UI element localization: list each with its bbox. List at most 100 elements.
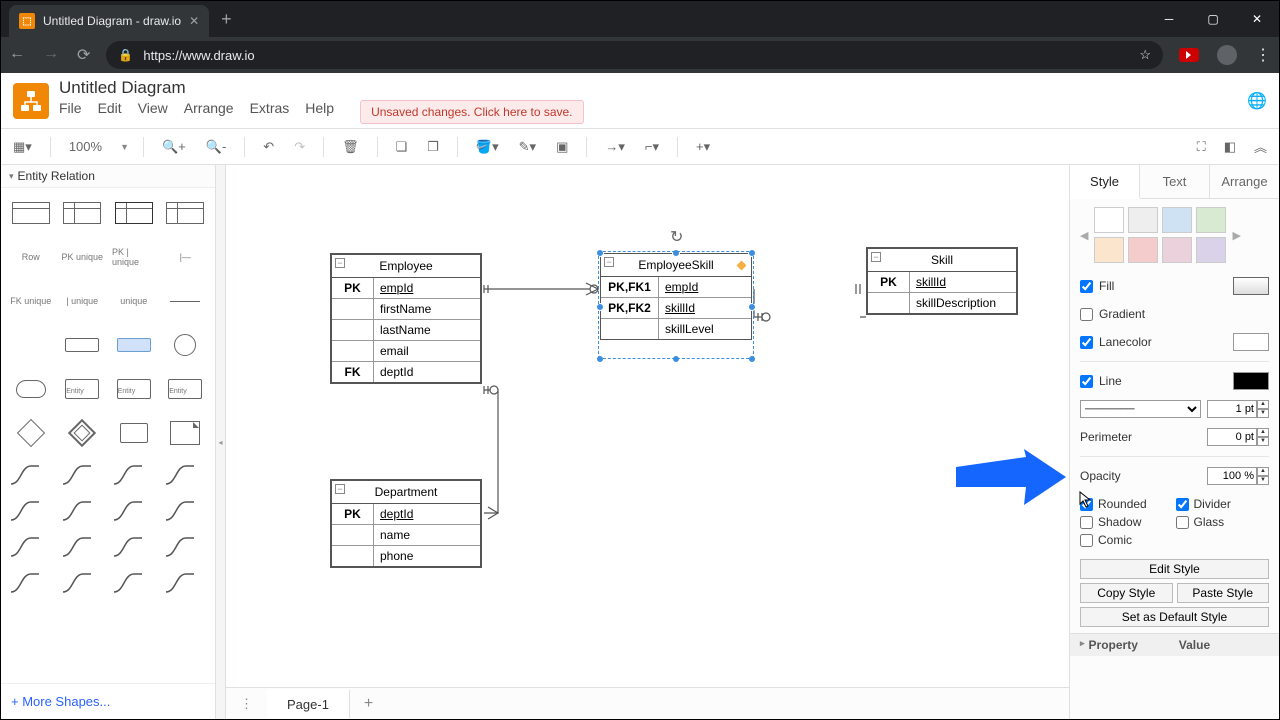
shape-connector-1[interactable] [61, 462, 95, 488]
lanecolor-checkbox[interactable]: Lanecolor [1080, 335, 1233, 349]
shape-row-pk2[interactable]: PK | unique [112, 240, 156, 274]
property-table-header[interactable]: PropertyValue [1070, 633, 1279, 656]
selection-handle[interactable] [596, 355, 604, 363]
copy-style-button[interactable]: Copy Style [1080, 583, 1173, 603]
comic-checkbox[interactable]: Comic [1080, 533, 1174, 547]
shape-connector-9[interactable] [61, 534, 95, 560]
entity-department[interactable]: −Department PKdeptId name phone [330, 479, 482, 568]
shape-connector-3[interactable] [164, 462, 198, 488]
zoom-in-icon[interactable]: 🔍+ [158, 137, 190, 157]
tab-style[interactable]: Style [1070, 165, 1140, 199]
line-width-input[interactable] [1207, 400, 1257, 418]
to-front-button[interactable]: ❏ [392, 137, 412, 157]
selection-handle[interactable] [748, 355, 756, 363]
zoom-level[interactable]: 100% [65, 137, 106, 156]
profile-avatar[interactable] [1217, 45, 1237, 65]
tab-arrange[interactable]: Arrange [1210, 165, 1279, 198]
view-dropdown[interactable]: ▦▾ [9, 137, 36, 157]
maximize-button[interactable]: ▢ [1191, 1, 1235, 37]
shape-connector-5[interactable] [61, 498, 95, 524]
shape-row-fk[interactable]: FK unique [9, 284, 53, 318]
browser-tab[interactable]: ⬚ Untitled Diagram - draw.io ✕ [9, 5, 209, 37]
swatch-7[interactable] [1196, 237, 1226, 263]
forward-button[interactable]: → [43, 45, 59, 65]
shape-connector-14[interactable] [112, 570, 146, 596]
format-panel-icon[interactable]: ◧ [1220, 135, 1240, 158]
swatch-0[interactable] [1094, 207, 1124, 233]
tab-text[interactable]: Text [1140, 165, 1210, 198]
swatch-2[interactable] [1162, 207, 1192, 233]
collapse-icon[interactable]: − [335, 258, 345, 268]
collapse-icon[interactable]: − [604, 257, 614, 267]
reload-button[interactable]: ⟳ [77, 45, 90, 65]
shape-row-sep2[interactable]: | unique [61, 284, 105, 318]
spin-down[interactable]: ▼ [1257, 437, 1269, 446]
connection-button[interactable]: →▾ [601, 137, 629, 157]
rotate-handle-icon[interactable]: ↻ [670, 227, 684, 241]
shape-connector-6[interactable] [112, 498, 146, 524]
palette-header[interactable]: Entity Relation [1, 165, 215, 188]
swatch-4[interactable] [1094, 237, 1124, 263]
app-logo[interactable] [13, 83, 49, 119]
shapes-scroll[interactable]: Row PK unique PK | unique |— FK unique |… [1, 188, 215, 683]
shape-row-label[interactable]: Row [9, 240, 53, 274]
fullscreen-icon[interactable]: ⛶ [1193, 135, 1210, 158]
shape-note[interactable] [164, 416, 208, 450]
chrome-menu-icon[interactable]: ⋮ [1255, 45, 1271, 65]
spin-down[interactable]: ▼ [1257, 409, 1269, 418]
shape-entity-2[interactable]: Entity [112, 372, 156, 406]
delete-button[interactable]: 🗑 [338, 137, 363, 157]
shape-connector-0[interactable] [9, 462, 43, 488]
pages-menu-icon[interactable]: ⋮ [226, 696, 267, 712]
selection-diamond-icon[interactable] [737, 261, 747, 271]
gradient-checkbox[interactable]: Gradient [1080, 307, 1269, 321]
shape-connector-11[interactable] [164, 534, 198, 560]
shape-entity-3[interactable]: Entity [164, 372, 208, 406]
shape-table-4[interactable] [164, 196, 208, 230]
shape-connector-8[interactable] [9, 534, 43, 560]
menu-help[interactable]: Help [305, 100, 334, 124]
star-icon[interactable]: ☆ [1139, 47, 1151, 63]
swatch-1[interactable] [1128, 207, 1158, 233]
shape-connector-13[interactable] [61, 570, 95, 596]
shadow-button[interactable]: ▣ [552, 137, 572, 157]
collapse-icon[interactable]: − [871, 252, 881, 262]
close-window-button[interactable]: ✕ [1235, 1, 1279, 37]
menu-file[interactable]: File [59, 100, 82, 124]
fill-checkbox[interactable]: Fill [1080, 279, 1233, 293]
canvas[interactable]: −Employee PKempId firstName lastName ema… [226, 165, 1069, 687]
selection-handle[interactable] [596, 249, 604, 257]
collapse-panel-icon[interactable]: ︽ [1250, 135, 1271, 158]
swatch-next-icon[interactable]: ▶ [1230, 229, 1242, 242]
shape-row-txt[interactable]: unique [112, 284, 156, 318]
shape-table-3[interactable] [112, 196, 156, 230]
selection-handle[interactable] [672, 249, 680, 257]
more-shapes-button[interactable]: + More Shapes... [1, 683, 215, 719]
swatch-6[interactable] [1162, 237, 1192, 263]
selection-handle[interactable] [748, 303, 756, 311]
shape-table-1[interactable] [9, 196, 53, 230]
selection-handle[interactable] [672, 355, 680, 363]
spin-up[interactable]: ▲ [1257, 467, 1269, 476]
shape-diamond-2[interactable] [61, 416, 105, 450]
zoom-out-icon[interactable]: 🔍- [202, 137, 231, 157]
shape-connector-4[interactable] [9, 498, 43, 524]
shape-connector-12[interactable] [9, 570, 43, 596]
shape-diamond[interactable] [9, 416, 53, 450]
spin-up[interactable]: ▲ [1257, 400, 1269, 409]
minimize-button[interactable]: ─ [1147, 1, 1191, 37]
shape-circle[interactable] [164, 328, 208, 362]
shape-entity-1[interactable]: Entity [61, 372, 105, 406]
glass-checkbox[interactable]: Glass [1176, 515, 1270, 529]
swatch-5[interactable] [1128, 237, 1158, 263]
document-title[interactable]: Untitled Diagram [59, 78, 584, 98]
edit-style-button[interactable]: Edit Style [1080, 559, 1269, 579]
fill-color-button[interactable]: 🪣▾ [472, 137, 503, 157]
shape-cloud[interactable] [9, 372, 53, 406]
sidebar-collapse-handle[interactable]: ◂ [216, 165, 226, 719]
page-tab[interactable]: Page-1 [267, 689, 350, 718]
menu-extras[interactable]: Extras [250, 100, 290, 124]
to-back-button[interactable]: ❐ [423, 137, 443, 157]
rounded-checkbox[interactable]: Rounded [1080, 497, 1174, 511]
redo-button[interactable]: ↷ [290, 137, 309, 157]
